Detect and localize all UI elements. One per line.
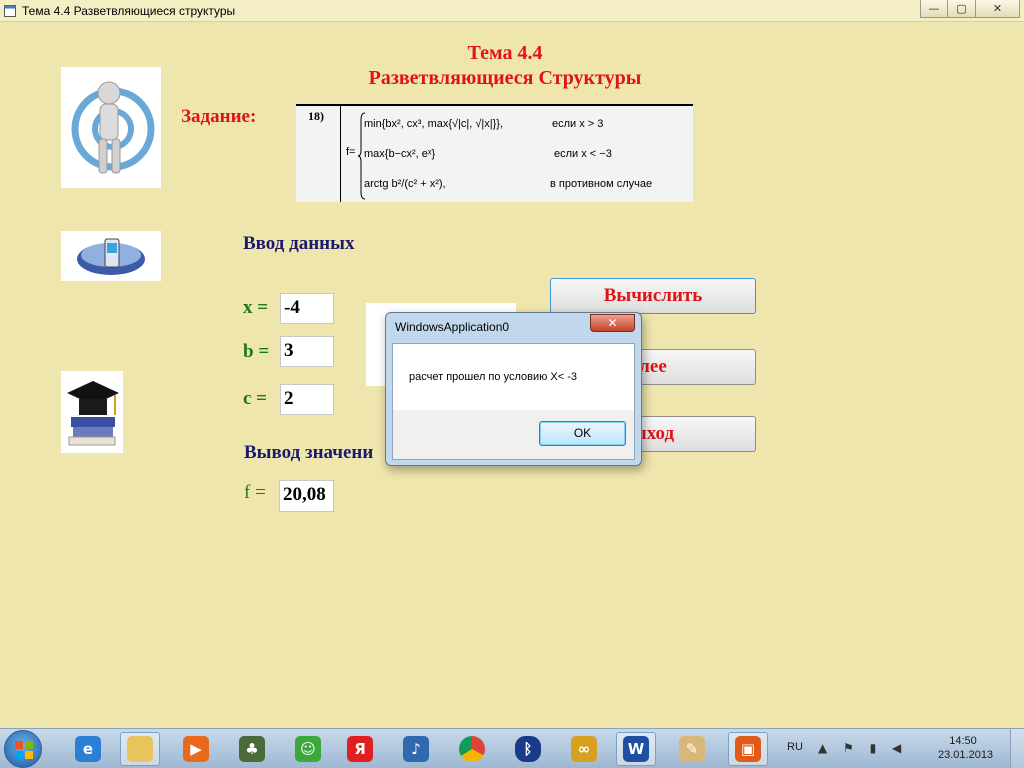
bluetooth-icon[interactable]: ᛒ (508, 732, 548, 766)
volume-app-icon[interactable]: ♪ (396, 732, 436, 766)
file-explorer-icon[interactable] (120, 732, 160, 766)
task-label: Задание: (181, 106, 257, 127)
globe-phone-image (61, 231, 161, 281)
task-number: 18) (308, 109, 324, 123)
maximize-icon: ▢ (956, 2, 967, 15)
formula-case-2: max{b−cx², eˣ} (364, 148, 436, 160)
b-label: b = (243, 341, 270, 362)
maximize-button[interactable]: ▢ (948, 0, 976, 18)
formula-condition-2: если x < −3 (554, 148, 612, 160)
formula-case-1: min{bx², cx³, max{√|c|, √|x|}}, (364, 118, 504, 130)
message-box-text: расчет прошел по условию X< -3 (409, 371, 577, 383)
start-button[interactable] (4, 730, 42, 768)
c-label: c = (243, 388, 268, 409)
remote-app-icon[interactable]: ∞ (564, 732, 604, 766)
messenger-icon[interactable]: ☺ (288, 732, 328, 766)
x-input[interactable]: -4 (280, 293, 334, 324)
taskbar: e ▶ ♣ ☺ Я ♪ ᛒ ∞ W ✎ ▣ RU ▲ ⚑ ▮ ◀ 14:50 2… (0, 728, 1024, 768)
ok-button[interactable]: OK (539, 421, 626, 446)
yandex-icon[interactable]: Я (340, 732, 380, 766)
clock-date: 23.01.2013 (938, 749, 994, 761)
formula-condition-3: в противном случае (550, 178, 653, 190)
formula-case-3: arctg b²/(c² + x²), (364, 178, 446, 190)
window-title: Тема 4.4 Разветвляющиеся структуры (22, 4, 236, 18)
f-output: 20,08 (279, 480, 334, 512)
clock[interactable]: 14:50 23.01.2013 (938, 734, 994, 762)
office-icon[interactable]: ▣ (728, 732, 768, 766)
message-box-body: расчет прошел по условию X< -3 OK (392, 343, 635, 460)
windows-logo-icon (15, 741, 33, 759)
close-icon: ✕ (992, 2, 1003, 15)
at-sign-figure-image (61, 67, 161, 188)
message-box-close-button[interactable]: ✕ (590, 314, 635, 332)
clock-time: 14:50 (949, 735, 977, 747)
internet-explorer-icon[interactable]: e (68, 732, 108, 766)
message-box-dialog: WindowsApplication0 ✕ расчет прошел по у… (385, 312, 642, 466)
minimize-icon: — (928, 2, 940, 15)
output-section-title: Вывод значени (244, 442, 374, 463)
chrome-icon[interactable] (452, 732, 492, 766)
task-formula: 18) f= min{bx², cx³, max{√|c|, √|x|}}, е… (296, 104, 693, 202)
topic-subtitle: Разветвляющиеся Структуры (368, 67, 642, 89)
app-icon (4, 5, 16, 17)
close-icon: ✕ (607, 316, 618, 330)
input-section-title: Ввод данных (243, 233, 355, 254)
language-indicator[interactable]: RU (787, 741, 803, 753)
show-desktop-button[interactable] (1010, 729, 1024, 768)
b-input[interactable]: 3 (280, 336, 334, 367)
paint-icon[interactable]: ✎ (672, 732, 712, 766)
calculate-button[interactable]: Вычислить (550, 278, 756, 314)
graduation-cap-image (61, 371, 123, 453)
topic-title: Тема 4.4 (467, 42, 543, 64)
formula-f-equals: f= (346, 146, 356, 158)
x-label: x = (243, 297, 269, 318)
games-icon[interactable]: ♣ (232, 732, 272, 766)
c-input[interactable]: 2 (280, 384, 334, 415)
minimize-button[interactable]: — (920, 0, 948, 18)
media-player-icon[interactable]: ▶ (176, 732, 216, 766)
close-button[interactable]: ✕ (976, 0, 1020, 18)
word-icon[interactable]: W (616, 732, 656, 766)
system-tray-icons[interactable]: ▲ ⚑ ▮ ◀ (818, 741, 907, 755)
message-box-title: WindowsApplication0 (395, 320, 510, 334)
formula-condition-1: если x > 3 (552, 118, 604, 130)
f-label: f = (244, 482, 266, 503)
window-title-bar: Тема 4.4 Разветвляющиеся структуры — ▢ ✕ (0, 0, 1024, 22)
